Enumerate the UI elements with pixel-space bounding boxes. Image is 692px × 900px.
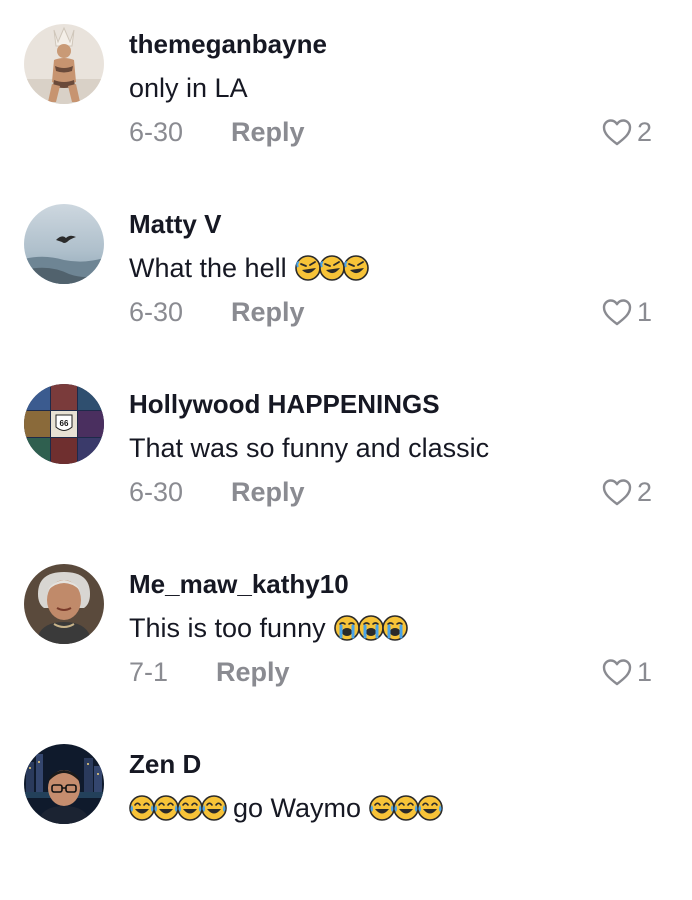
comment-text: go Waymo (129, 791, 443, 825)
comment-meta: 6-30 Reply (129, 114, 305, 150)
reply-button[interactable]: Reply (231, 297, 305, 328)
heart-icon (602, 119, 632, 146)
comment-meta: 6-30 Reply (129, 474, 305, 510)
loudly-crying-face-icon (333, 615, 360, 641)
avatar[interactable]: 66 (24, 384, 104, 464)
comment-item: Matty V What the hell 6-30 Reply 1 (0, 180, 692, 360)
comment-meta: 6-30 Reply (129, 294, 305, 330)
face-with-tears-of-joy-icon (417, 795, 443, 821)
like-count: 1 (636, 656, 652, 687)
heart-icon (602, 479, 632, 506)
rolling-on-floor-laughing-icon (342, 255, 369, 281)
reply-button[interactable]: Reply (231, 117, 305, 148)
comment-item: themeganbayne only in LA 6-30 Reply 2 (0, 0, 692, 180)
avatar[interactable] (24, 24, 104, 104)
heart-icon (602, 299, 632, 326)
comment-text-content: This is too funny (129, 613, 326, 643)
avatar[interactable] (24, 744, 104, 824)
loudly-crying-face-icon (357, 615, 384, 641)
man-with-glasses-night-city-avatar-icon (24, 744, 104, 824)
comment-text: only in LA (129, 71, 248, 105)
bird-over-sea-avatar-icon (24, 204, 104, 284)
rolling-on-floor-laughing-icon (318, 255, 345, 281)
rolling-on-floor-laughing-icon (294, 255, 321, 281)
person-with-headdress-avatar-icon (24, 24, 104, 104)
emoji-row (369, 795, 443, 821)
like-button[interactable]: 1 (601, 294, 652, 330)
face-with-tears-of-joy-icon (393, 795, 419, 821)
like-button[interactable]: 2 (601, 474, 652, 510)
svg-text:66: 66 (60, 419, 69, 428)
comment-username[interactable]: themeganbayne (129, 28, 327, 60)
like-count: 2 (636, 476, 652, 507)
comment-username[interactable]: Me_maw_kathy10 (129, 568, 349, 600)
comment-username[interactable]: Zen D (129, 748, 201, 780)
comment-text-content: go Waymo (233, 793, 362, 823)
route-66-collage-avatar-icon: 66 (24, 384, 104, 464)
like-count: 1 (636, 296, 652, 327)
comment-date: 6-30 (129, 476, 184, 507)
avatar[interactable] (24, 564, 104, 644)
gray-haired-woman-avatar-icon (24, 564, 104, 644)
like-button[interactable]: 1 (601, 654, 652, 690)
comment-date: 7-1 (129, 656, 169, 687)
comment-date: 6-30 (129, 116, 184, 147)
comment-meta: 7-1 Reply (129, 654, 290, 690)
comment-text-content: That was so funny and classic (129, 433, 490, 463)
emoji-row (333, 615, 408, 641)
loudly-crying-face-icon (381, 615, 408, 641)
heart-icon (602, 659, 632, 686)
emoji-row (129, 795, 227, 821)
emoji-row (294, 255, 369, 281)
like-button[interactable]: 2 (601, 114, 652, 150)
comment-item: Me_maw_kathy10 This is too funny 7-1 Rep… (0, 540, 692, 720)
reply-button[interactable]: Reply (216, 657, 290, 688)
face-with-tears-of-joy-icon (369, 795, 395, 821)
face-with-tears-of-joy-icon (129, 795, 155, 821)
comment-text: What the hell (129, 251, 369, 285)
comment-text-content: What the hell (129, 253, 287, 283)
comment-item: 66 Hollywood HAPPENINGS That was so funn… (0, 360, 692, 540)
like-count: 2 (636, 116, 652, 147)
face-with-tears-of-joy-icon (201, 795, 227, 821)
comment-username[interactable]: Matty V (129, 208, 221, 240)
comment-text-content: only in LA (129, 73, 248, 103)
avatar[interactable] (24, 204, 104, 284)
face-with-tears-of-joy-icon (177, 795, 203, 821)
reply-button[interactable]: Reply (231, 477, 305, 508)
comment-username[interactable]: Hollywood HAPPENINGS (129, 388, 440, 420)
face-with-tears-of-joy-icon (153, 795, 179, 821)
comment-text: That was so funny and classic (129, 431, 489, 465)
comment-text: This is too funny (129, 611, 408, 645)
comment-item: Zen D go Waymo (0, 720, 692, 900)
comment-date: 6-30 (129, 296, 184, 327)
